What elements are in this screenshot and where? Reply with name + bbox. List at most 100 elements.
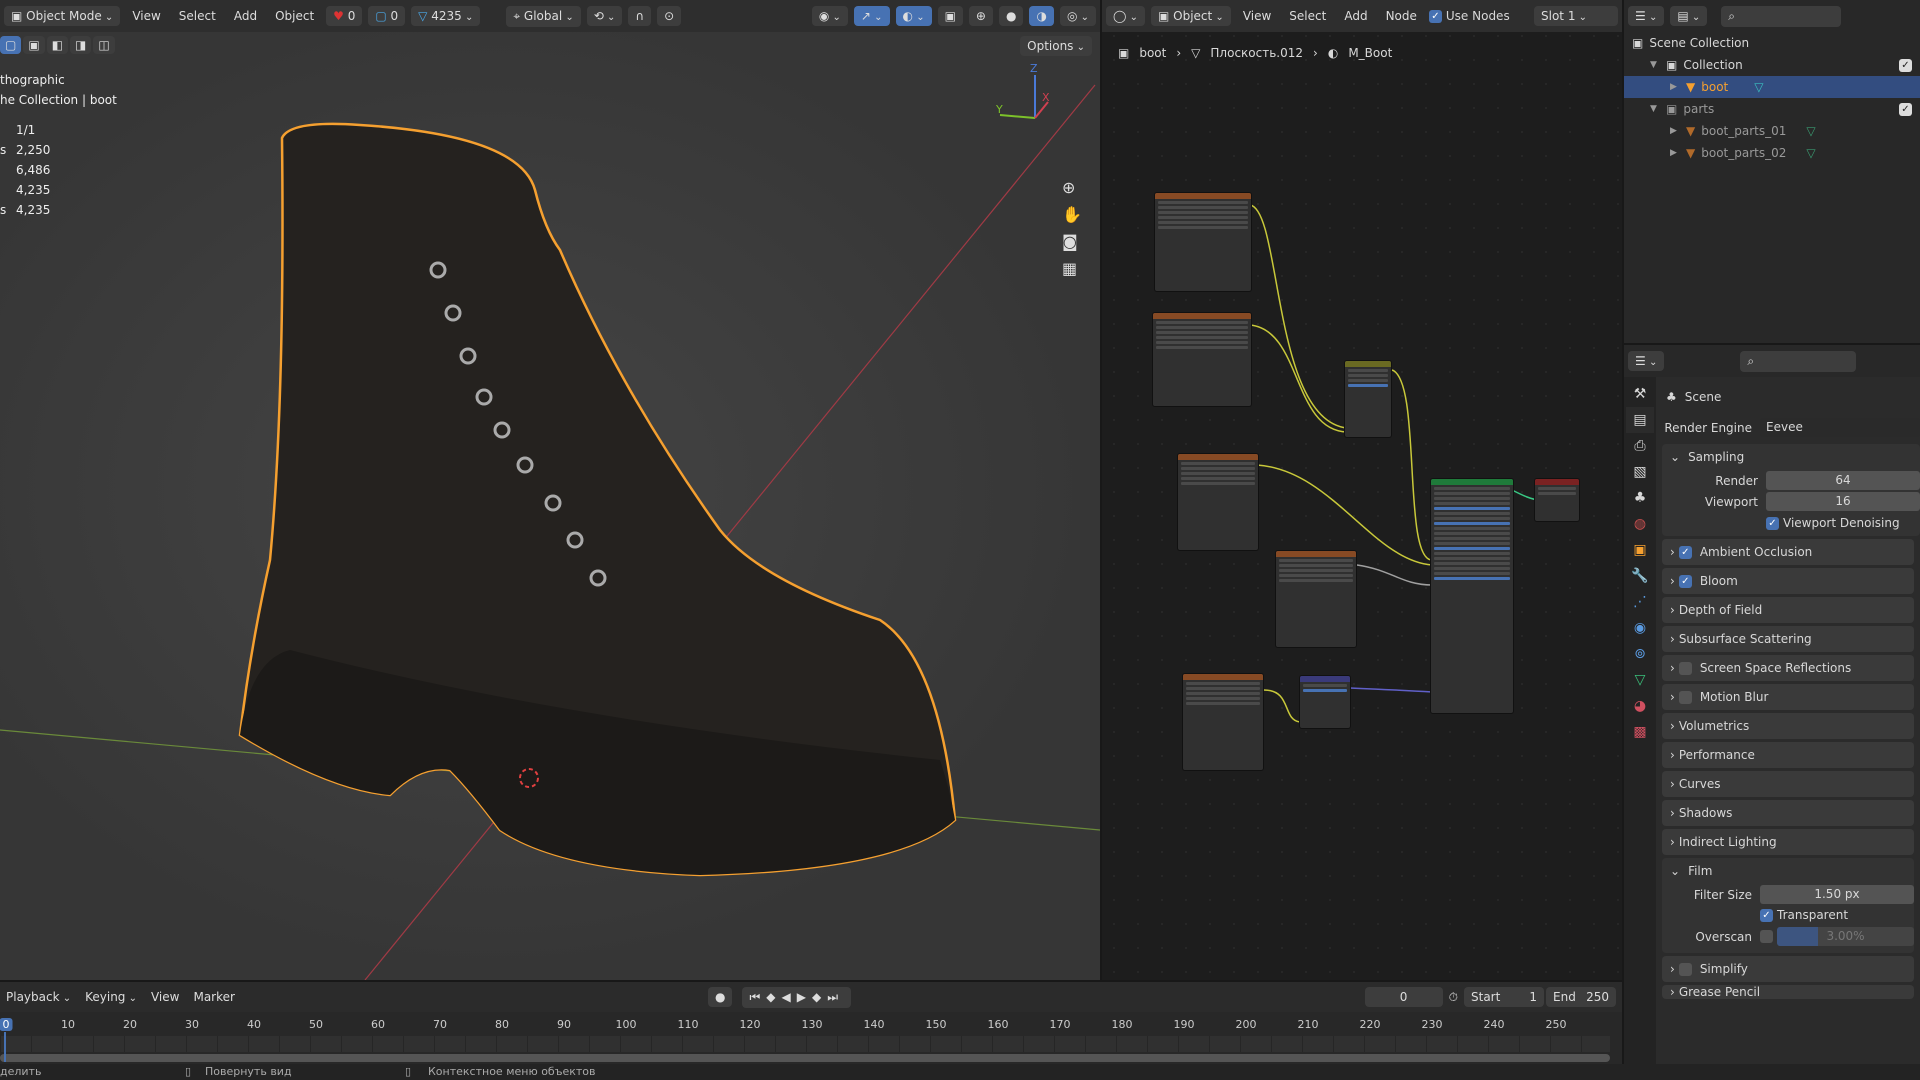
menu-keying[interactable]: Keying [79, 987, 143, 1007]
hand-pan-icon[interactable]: ✋ [1062, 205, 1082, 224]
zoom-icon[interactable]: ⊕ [1062, 178, 1082, 197]
outliner-item[interactable]: ▶ ▼ boot_parts_02 ▽ [1624, 142, 1920, 164]
section-bloom[interactable]: › ✓ Bloom [1662, 568, 1914, 594]
image-texture-node[interactable] [1152, 312, 1252, 407]
section-indirect-lighting[interactable]: › Indirect Lighting [1662, 829, 1914, 855]
properties-search[interactable]: ⌕ [1740, 350, 1857, 372]
render-engine-select[interactable]: Eevee [1760, 418, 1920, 437]
display-mode-icon[interactable]: ☰ [1628, 6, 1665, 26]
outliner-item[interactable]: ▶ ▼ boot_parts_01 ▽ [1624, 120, 1920, 142]
frame-tick: 240 [1483, 1018, 1505, 1031]
render-tab-icon[interactable]: ▤ [1626, 407, 1654, 433]
status-select: делить [0, 1065, 42, 1078]
mix-node[interactable] [1344, 360, 1392, 438]
camera-icon[interactable]: ◙ [1062, 232, 1082, 251]
grid-icon[interactable]: ▦ [1062, 259, 1082, 278]
next-key-icon[interactable]: ◆ [812, 990, 827, 1004]
frame-tick: 150 [925, 1018, 947, 1031]
section-ambient-occlusion[interactable]: › ✓ Ambient Occlusion [1662, 539, 1914, 565]
transparent-checkbox[interactable]: ✓ Transparent [1760, 908, 1914, 922]
output-tab-icon[interactable]: ⎙ [1626, 433, 1654, 459]
world-tab-icon[interactable]: ◍ [1626, 511, 1654, 537]
menu-view[interactable]: View [145, 987, 185, 1007]
filter-icon[interactable]: ▤ [1670, 6, 1708, 26]
data-tab-icon[interactable]: ▽ [1626, 667, 1654, 693]
menu-playback[interactable]: Playback [0, 987, 77, 1007]
particles-tab-icon[interactable]: ⋰ [1626, 589, 1654, 615]
frame-tick: 210 [1297, 1018, 1319, 1031]
image-texture-node[interactable] [1177, 453, 1259, 551]
viewport-samples-field[interactable]: 16 [1766, 492, 1920, 511]
collection-icon: ▣ [1666, 102, 1678, 116]
section-performance[interactable]: › Performance [1662, 742, 1914, 768]
start-frame-field[interactable]: Start 1 [1464, 987, 1544, 1007]
material-output-node[interactable] [1534, 478, 1580, 522]
section-subsurface-scattering[interactable]: › Subsurface Scattering [1662, 626, 1914, 652]
render-samples-field[interactable]: 64 [1766, 471, 1920, 490]
playhead[interactable] [4, 1032, 6, 1062]
outliner-scene-collection[interactable]: ▣ Scene Collection [1624, 32, 1920, 54]
image-texture-node[interactable] [1154, 192, 1252, 292]
object-tab-icon[interactable]: ▣ [1626, 537, 1654, 563]
frame-tick: 70 [433, 1018, 447, 1031]
frame-tick: 20 [123, 1018, 137, 1031]
3d-viewport[interactable]: ▣ Object Mode View Select Add Object ♥ 0… [0, 0, 1100, 980]
visibility-checkbox[interactable]: ✓ [1899, 58, 1912, 72]
section-simplify[interactable]: › Simplify [1662, 956, 1914, 982]
render-engine-label: Render Engine [1664, 420, 1752, 435]
modifier-tab-icon[interactable]: 🔧 [1626, 563, 1654, 589]
shader-node-editor[interactable]: ◯ ▣ Object View Select Add Node ✓Use Nod… [1102, 0, 1622, 980]
constraints-tab-icon[interactable]: ⊚ [1626, 641, 1654, 667]
section-depth-of-field[interactable]: › Depth of Field [1662, 597, 1914, 623]
editor-type-icon[interactable]: ☰ [1628, 351, 1665, 371]
section-volumetrics[interactable]: › Volumetrics [1662, 713, 1914, 739]
image-texture-node[interactable] [1275, 550, 1357, 648]
play-reverse-icon[interactable]: ◀ [781, 990, 796, 1004]
tool-tab-icon[interactable]: ⚒ [1626, 381, 1654, 407]
record-icon[interactable]: ● [707, 987, 733, 1007]
jump-start-icon[interactable]: ⏮ [749, 990, 766, 1004]
filter-size-label: Filter Size [1693, 887, 1752, 902]
outliner-search[interactable]: ⌕ [1721, 5, 1842, 27]
frame-ruler[interactable]: 0 10 20 30 40 50 60 70 80 90 100 110 120 130 140 150 160… [0, 1012, 1622, 1036]
scene-render: Z Y X [0, 62, 1100, 980]
prev-key-icon[interactable]: ◆ [766, 990, 781, 1004]
jump-end-icon[interactable]: ⏭ [827, 990, 844, 1004]
overscan-field[interactable]: 3.00% [1777, 927, 1914, 946]
scene-tab-icon[interactable]: ♣ [1626, 485, 1654, 511]
play-icon[interactable]: ▶ [797, 990, 812, 1004]
mesh-object-icon: ▼ [1686, 124, 1696, 138]
current-frame-field[interactable]: 0 [1364, 987, 1443, 1007]
end-frame-field[interactable]: End 250 [1546, 987, 1616, 1007]
texture-tab-icon[interactable]: ▩ [1626, 719, 1654, 745]
section-curves[interactable]: › Curves [1662, 771, 1914, 797]
timeline-scrollbar[interactable] [0, 1054, 1610, 1062]
sampling-header[interactable]: ⌄ Sampling [1662, 444, 1920, 470]
frame-tick: 40 [247, 1018, 261, 1031]
mesh-object-icon: ▼ [1686, 146, 1696, 160]
navigation-gizmos: ⊕ ✋ ◙ ▦ [1062, 178, 1082, 278]
outliner-item[interactable]: ▼ ▣ Collection ✓ [1624, 54, 1920, 76]
keyframe-area[interactable] [0, 1036, 1610, 1052]
section-shadows[interactable]: › Shadows [1662, 800, 1914, 826]
visibility-checkbox[interactable]: ✓ [1899, 102, 1912, 116]
viewport-denoising-checkbox[interactable]: ✓ Viewport Denoising [1766, 516, 1920, 530]
normal-map-node[interactable] [1299, 675, 1351, 729]
film-header[interactable]: ⌄ Film [1662, 858, 1914, 884]
timeline[interactable]: Playback Keying View Marker ● ⏮◆◀▶◆⏭ 0 ⏱… [0, 982, 1622, 1064]
material-tab-icon[interactable]: ◕ [1626, 693, 1654, 719]
overscan-checkbox[interactable] [1760, 930, 1773, 943]
view-layer-tab-icon[interactable]: ▧ [1626, 459, 1654, 485]
principled-bsdf-node[interactable] [1430, 478, 1514, 714]
physics-tab-icon[interactable]: ◉ [1626, 615, 1654, 641]
section-screen-space-reflections[interactable]: › Screen Space Reflections [1662, 655, 1914, 681]
outliner-item[interactable]: ▼ ▣ parts ✓ [1624, 98, 1920, 120]
image-texture-node[interactable] [1182, 673, 1264, 771]
properties-tabs: ⚒ ▤ ⎙ ▧ ♣ ◍ ▣ 🔧 ⋰ ◉ ⊚ ▽ ◕ ▩ [1624, 377, 1656, 1067]
section-motion-blur[interactable]: › Motion Blur [1662, 684, 1914, 710]
filter-size-field[interactable]: 1.50 px [1760, 885, 1914, 904]
section-grease-pencil[interactable]: › Grease Pencil [1662, 985, 1914, 999]
outliner-item[interactable]: ▶ ▼ boot ▽ [1624, 76, 1920, 98]
render-samples-label: Render [1715, 473, 1758, 488]
menu-marker[interactable]: Marker [187, 987, 240, 1007]
